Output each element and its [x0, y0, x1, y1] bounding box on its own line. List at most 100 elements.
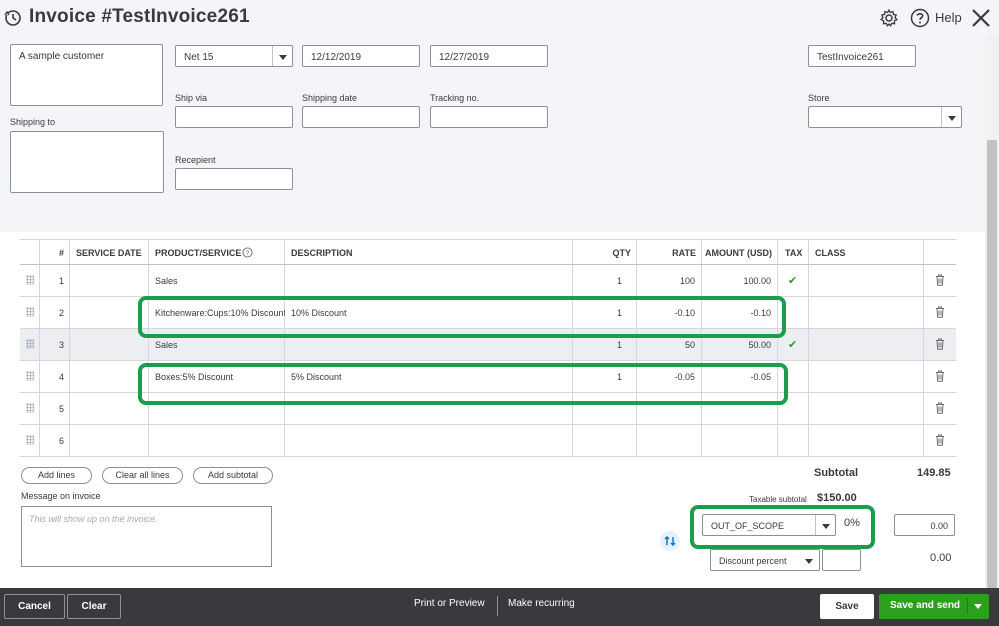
qty-cell[interactable]: 1	[573, 265, 637, 296]
delete-cell[interactable]	[924, 265, 956, 296]
class-cell[interactable]	[809, 329, 924, 360]
shipping-to-field[interactable]	[10, 131, 164, 193]
description-cell[interactable]	[285, 265, 573, 296]
message-textarea[interactable]: This will show up on the invoice.	[21, 506, 272, 567]
info-icon[interactable]: ?	[242, 247, 253, 258]
add-subtotal-button[interactable]: Add subtotal	[193, 467, 273, 484]
ship-via-field[interactable]	[175, 106, 293, 128]
drag-handle-icon[interactable]	[26, 435, 34, 445]
service-date-cell[interactable]	[70, 329, 149, 360]
print-preview-link[interactable]: Print or Preview	[414, 598, 485, 609]
gear-icon[interactable]	[879, 8, 899, 28]
table-row[interactable]: 1 Sales 1 100 100.00 ✔	[20, 265, 956, 297]
chevron-down-icon[interactable]	[941, 107, 961, 127]
trash-icon[interactable]	[935, 434, 945, 446]
help-icon[interactable]	[910, 8, 930, 28]
make-recurring-link[interactable]: Make recurring	[508, 598, 575, 609]
drag-handle-icon[interactable]	[26, 371, 34, 381]
drag-handle[interactable]	[20, 425, 40, 456]
svg-text:?: ?	[246, 250, 250, 257]
help-link[interactable]: Help	[935, 10, 962, 25]
swap-order-icon[interactable]	[660, 531, 680, 551]
delete-cell[interactable]	[924, 361, 956, 392]
header-service-date: SERVICE DATE	[70, 240, 149, 264]
trash-icon[interactable]	[935, 306, 945, 318]
close-icon[interactable]	[970, 7, 992, 29]
tax-cell[interactable]: ✔	[778, 265, 809, 296]
drag-handle[interactable]	[20, 329, 40, 360]
drag-handle[interactable]	[20, 361, 40, 392]
table-row[interactable]: 6	[20, 425, 956, 457]
recent-history-icon[interactable]	[4, 9, 22, 27]
clear-all-lines-button[interactable]: Clear all lines	[102, 467, 183, 484]
tax-cell[interactable]	[778, 425, 809, 456]
class-cell[interactable]	[809, 361, 924, 392]
product-cell[interactable]	[149, 425, 285, 456]
drag-handle-icon[interactable]	[26, 403, 34, 413]
service-date-cell[interactable]	[70, 425, 149, 456]
tax-amount-field[interactable]: 0.00	[894, 514, 955, 536]
trash-icon[interactable]	[935, 402, 945, 414]
trash-icon[interactable]	[935, 338, 945, 350]
store-select[interactable]	[808, 106, 962, 128]
shipping-date-field[interactable]	[302, 106, 420, 128]
rate-cell[interactable]	[637, 425, 702, 456]
subtotal-label: Subtotal	[814, 467, 858, 479]
trash-icon[interactable]	[935, 370, 945, 382]
invoice-date-field[interactable]: 12/12/2019	[302, 45, 420, 67]
chevron-down-icon[interactable]	[815, 515, 835, 535]
chevron-down-icon[interactable]	[974, 604, 982, 609]
drag-handle-icon[interactable]	[26, 275, 34, 285]
header-num: #	[40, 240, 70, 264]
terms-value: Net 15	[184, 52, 214, 63]
drag-handle[interactable]	[20, 393, 40, 424]
service-date-cell[interactable]	[70, 265, 149, 296]
header-tax: TAX	[778, 240, 809, 264]
footer-bar: Cancel Clear Print or Preview Make recur…	[0, 588, 999, 626]
header-rate: RATE	[637, 240, 702, 264]
chevron-down-icon[interactable]	[799, 550, 819, 570]
drag-handle-icon[interactable]	[26, 307, 34, 317]
class-cell[interactable]	[809, 393, 924, 424]
delete-cell[interactable]	[924, 297, 956, 328]
clear-button[interactable]: Clear	[67, 594, 121, 619]
invoice-number-field[interactable]: TestInvoice261	[808, 45, 916, 67]
class-cell[interactable]	[809, 265, 924, 296]
trash-icon[interactable]	[935, 274, 945, 286]
save-button[interactable]: Save	[820, 594, 874, 619]
header-product-service: PRODUCT/SERVICE ?	[149, 240, 285, 264]
recipient-field[interactable]	[175, 168, 293, 190]
description-cell[interactable]	[285, 425, 573, 456]
drag-handle-icon[interactable]	[26, 339, 34, 349]
tax-code-select[interactable]: OUT_OF_SCOPE	[702, 514, 836, 536]
add-lines-button[interactable]: Add lines	[21, 467, 92, 484]
rate-cell[interactable]: 100	[637, 265, 702, 296]
class-cell[interactable]	[809, 425, 924, 456]
due-date-field[interactable]: 12/27/2019	[430, 45, 548, 67]
cancel-button[interactable]: Cancel	[4, 594, 65, 619]
terms-select[interactable]: Net 15	[175, 45, 293, 67]
message-placeholder: This will show up on the invoice.	[29, 514, 158, 524]
drag-handle[interactable]	[20, 297, 40, 328]
chevron-down-icon[interactable]	[272, 46, 292, 66]
drag-handle[interactable]	[20, 265, 40, 296]
customer-address-field[interactable]: A sample customer	[10, 44, 163, 106]
table-body: 1 Sales 1 100 100.00 ✔ 2 Kitchenware:Cups:10% D…	[20, 265, 956, 457]
discount-type-select[interactable]: Discount percent	[710, 549, 820, 571]
tracking-no-field[interactable]	[430, 106, 548, 128]
delete-cell[interactable]	[924, 393, 956, 424]
header-drag-cell	[20, 240, 40, 264]
scrollbar-thumb[interactable]	[987, 140, 997, 588]
discount-input[interactable]	[822, 549, 861, 571]
due-date-value: 12/27/2019	[439, 52, 490, 63]
amount-cell[interactable]: 100.00	[702, 265, 778, 296]
recipient-label: Recepient	[175, 155, 216, 165]
delete-cell[interactable]	[924, 329, 956, 360]
delete-cell[interactable]	[924, 425, 956, 456]
class-cell[interactable]	[809, 297, 924, 328]
amount-cell[interactable]	[702, 425, 778, 456]
customer-address-value: A sample customer	[19, 51, 105, 62]
qty-cell[interactable]	[573, 425, 637, 456]
save-and-send-button[interactable]: Save and send	[879, 594, 989, 619]
product-cell[interactable]: Sales	[149, 265, 285, 296]
